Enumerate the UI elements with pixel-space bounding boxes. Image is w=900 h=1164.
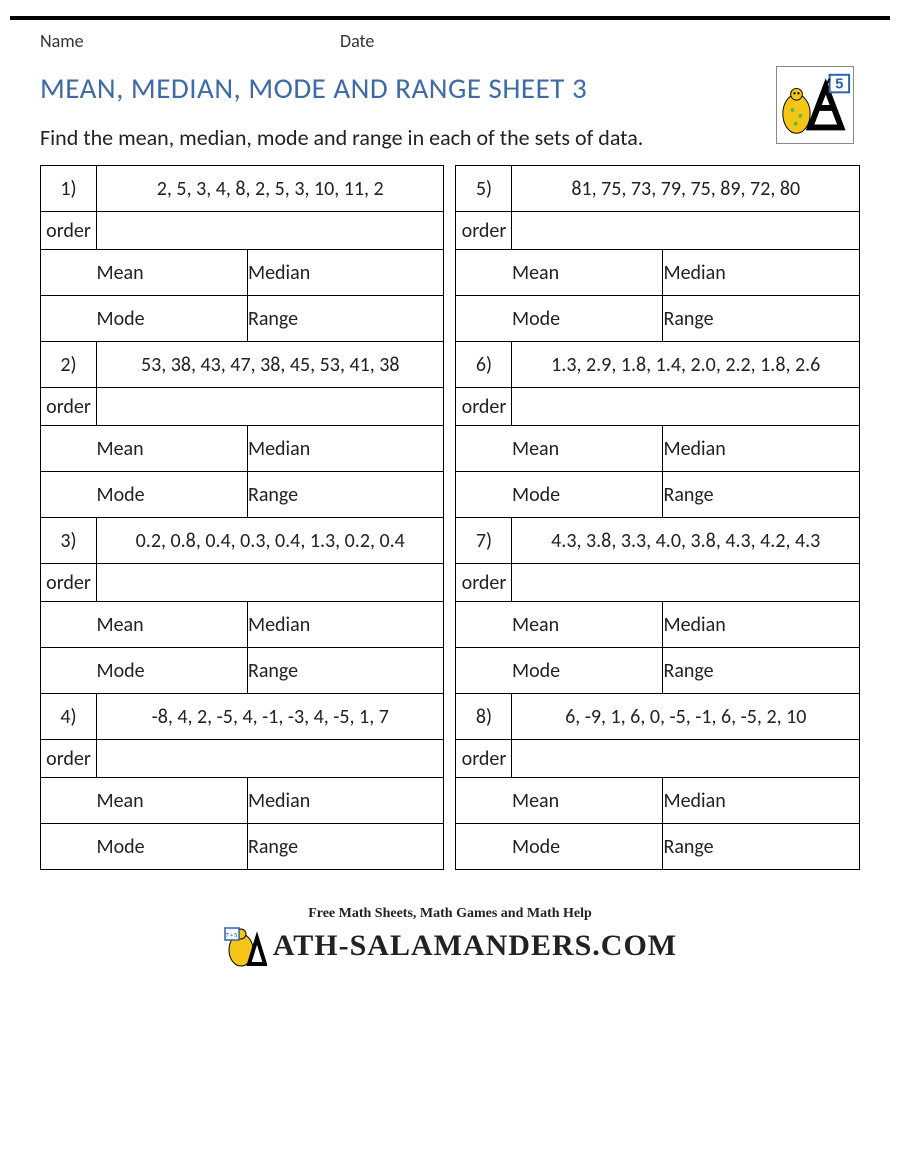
median-label: Median	[248, 261, 310, 285]
problem-data: 1.3, 2.9, 1.8, 1.4, 2.0, 2.2, 1.8, 2.6	[551, 353, 820, 377]
range-label: Range	[663, 835, 713, 859]
mode-label: Mode	[512, 483, 560, 507]
order-label: order	[462, 219, 507, 243]
problem-data: 4.3, 3.8, 3.3, 4.0, 3.8, 4.3, 4.2, 4.3	[551, 529, 820, 553]
name-label: Name	[40, 30, 340, 52]
mean-label: Mean	[512, 613, 559, 637]
range-label: Range	[663, 483, 713, 507]
order-label: order	[462, 395, 507, 419]
order-label: order	[46, 571, 91, 595]
mode-label: Mode	[97, 835, 145, 859]
worksheet-table: 1) 2, 5, 3, 4, 8, 2, 5, 3, 10, 11, 2 5) 81,…	[40, 165, 860, 870]
svg-text:7+5: 7+5	[226, 933, 238, 939]
problem-number: 4)	[60, 705, 76, 729]
problem-data: -8, 4, 2, -5, 4, -1, -3, 4, -5, 1, 7	[152, 705, 389, 729]
range-label: Range	[663, 659, 713, 683]
mean-label: Mean	[97, 261, 144, 285]
mean-label: Mean	[512, 261, 559, 285]
problem-number: 1)	[60, 177, 76, 201]
order-label: order	[46, 395, 91, 419]
order-label: order	[462, 571, 507, 595]
problem-number: 3)	[60, 529, 76, 553]
problem-data: 81, 75, 73, 79, 75, 89, 72, 80	[571, 177, 800, 201]
median-label: Median	[663, 437, 725, 461]
problem-data: 2, 5, 3, 4, 8, 2, 5, 3, 10, 11, 2	[157, 177, 384, 201]
problem-number: 8)	[476, 705, 492, 729]
order-label: order	[462, 747, 507, 771]
instructions-text: Find the mean, median, mode and range in…	[0, 106, 900, 165]
problem-data: 6, -9, 1, 6, 0, -5, -1, 6, -5, 2, 10	[565, 705, 806, 729]
median-label: Median	[663, 261, 725, 285]
problem-number: 7)	[476, 529, 492, 553]
mean-label: Mean	[512, 437, 559, 461]
problem-data: 0.2, 0.8, 0.4, 0.3, 0.4, 1.3, 0.2, 0.4	[136, 529, 405, 553]
brand-logo: 5	[776, 66, 854, 144]
median-label: Median	[663, 789, 725, 813]
mode-label: Mode	[97, 483, 145, 507]
date-label: Date	[340, 30, 860, 52]
worksheet-title: MEAN, MEDIAN, MODE AND RANGE SHEET 3	[0, 52, 900, 106]
problem-number: 5)	[476, 177, 492, 201]
mean-label: Mean	[97, 437, 144, 461]
svg-text:5: 5	[835, 76, 843, 92]
range-label: Range	[248, 835, 298, 859]
median-label: Median	[248, 789, 310, 813]
footer-tagline: Free Math Sheets, Math Games and Math He…	[0, 906, 900, 922]
range-label: Range	[248, 483, 298, 507]
footer-brand: 7+5 ATH-SALAMANDERS.COM	[223, 924, 677, 968]
problem-number: 2)	[60, 353, 76, 377]
median-label: Median	[248, 437, 310, 461]
mode-label: Mode	[512, 835, 560, 859]
median-label: Median	[663, 613, 725, 637]
range-label: Range	[248, 659, 298, 683]
range-label: Range	[248, 307, 298, 331]
order-label: order	[46, 747, 91, 771]
mode-label: Mode	[512, 659, 560, 683]
problem-number: 6)	[476, 353, 492, 377]
mean-label: Mean	[97, 789, 144, 813]
order-label: order	[46, 219, 91, 243]
median-label: Median	[248, 613, 310, 637]
mode-label: Mode	[97, 659, 145, 683]
mean-label: Mean	[97, 613, 144, 637]
problem-data: 53, 38, 43, 47, 38, 45, 53, 41, 38	[141, 353, 400, 377]
mode-label: Mode	[97, 307, 145, 331]
range-label: Range	[663, 307, 713, 331]
mode-label: Mode	[512, 307, 560, 331]
mean-label: Mean	[512, 789, 559, 813]
